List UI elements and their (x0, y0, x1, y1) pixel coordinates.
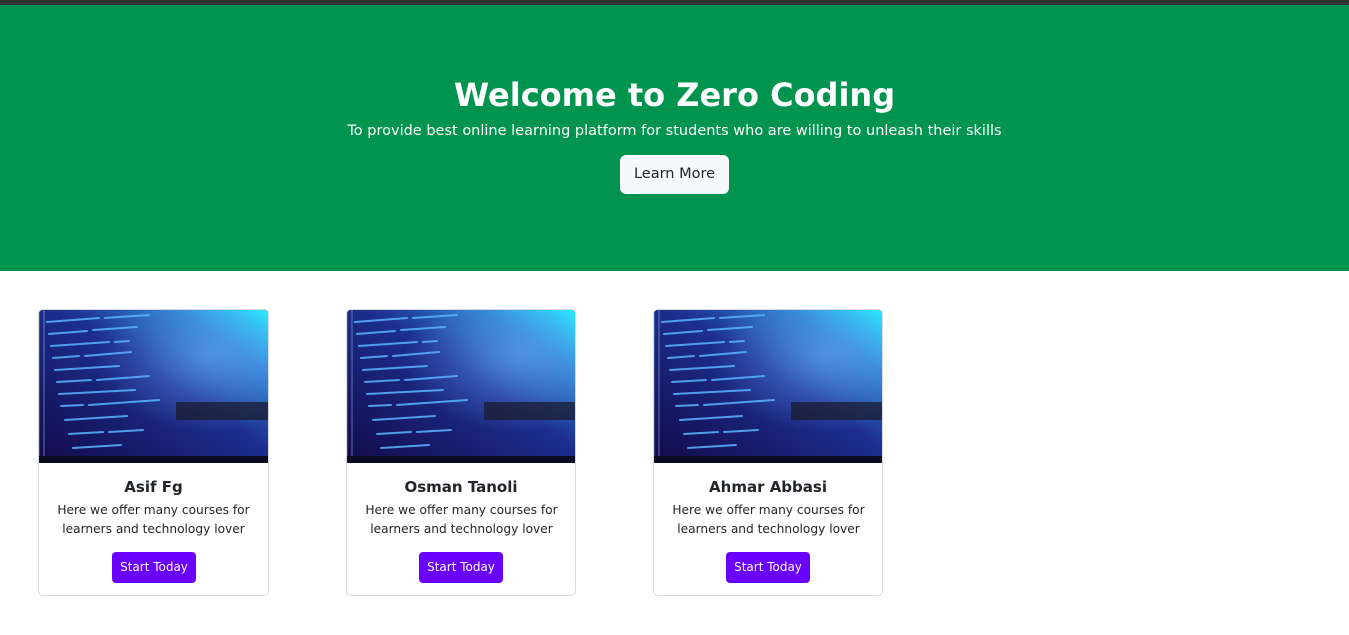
start-today-button[interactable]: Start Today (419, 552, 503, 583)
card-description: Here we offer many courses for learners … (365, 503, 558, 536)
card-description: Here we offer many courses for learners … (672, 503, 865, 536)
card-title: Ahmar Abbasi (709, 478, 827, 496)
code-screen-image (654, 310, 882, 463)
code-screen-image (347, 310, 575, 463)
card-title: Asif Fg (124, 478, 183, 496)
card-description: Here we offer many courses for learners … (57, 503, 250, 536)
course-card: Osman Tanoli Here we offer many courses … (346, 309, 576, 596)
card-title: Osman Tanoli (404, 478, 518, 496)
course-card: Ahmar Abbasi Here we offer many courses … (653, 309, 883, 596)
hero-title: Welcome to Zero Coding (453, 76, 896, 114)
course-card: Asif Fg Here we offer many courses for l… (38, 309, 269, 596)
learn-more-button[interactable]: Learn More (620, 155, 729, 194)
start-today-button[interactable]: Start Today (726, 552, 810, 583)
start-today-button[interactable]: Start Today (112, 552, 196, 583)
hero-subtitle: To provide best online learning platform… (347, 123, 1002, 139)
hero-banner: Welcome to Zero Coding To provide best o… (0, 5, 1349, 271)
code-screen-image (39, 310, 268, 463)
